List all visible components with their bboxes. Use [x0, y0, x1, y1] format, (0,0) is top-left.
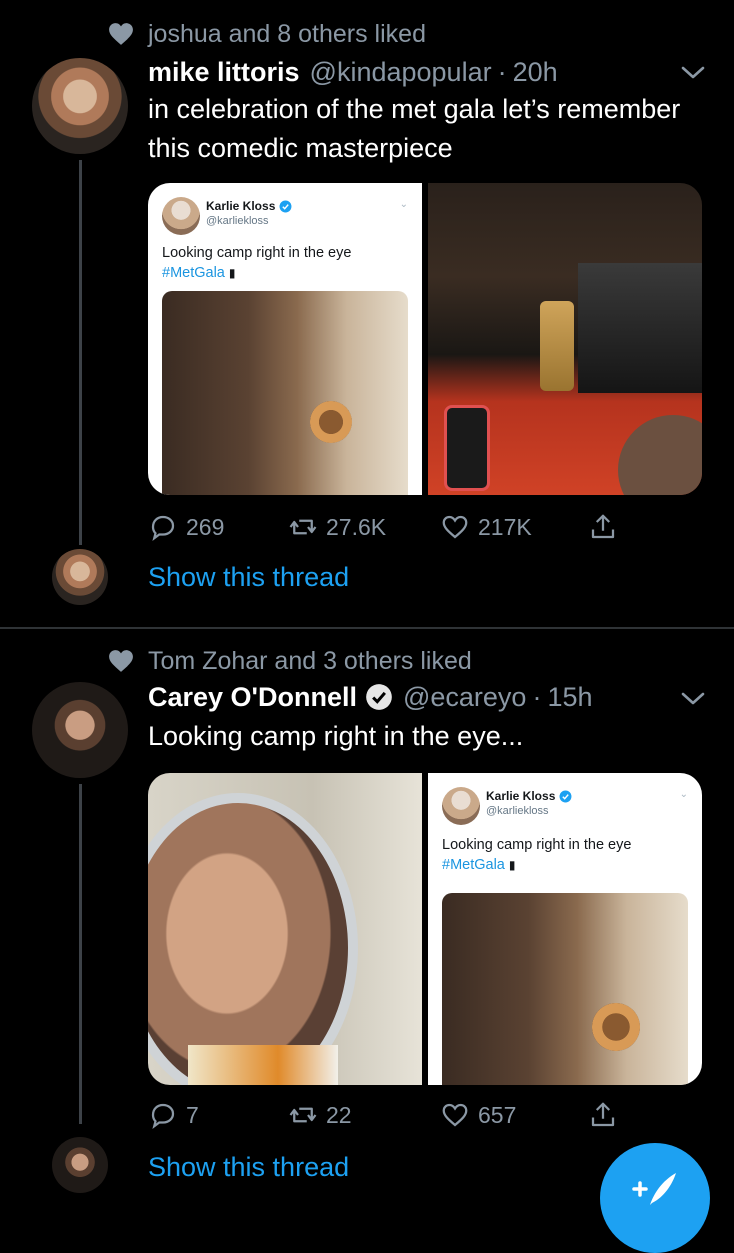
display-name[interactable]: Carey O'Donnell [148, 682, 357, 713]
media-grid[interactable]: Karlie Kloss @karliekloss ⌄ Looking camp… [148, 183, 702, 495]
thread-avatar[interactable] [52, 1137, 108, 1193]
tweet-actions: 269 27.6K 217K [148, 507, 628, 547]
gold-dress-figure [540, 301, 574, 391]
thread-line [79, 160, 82, 545]
chevron-down-icon: ⌄ [679, 789, 688, 800]
social-context-text: joshua and 8 others liked [148, 19, 426, 48]
embedded-text-line: Looking camp right in the eye [442, 837, 632, 853]
show-thread-link[interactable]: Show this thread [148, 562, 349, 593]
verified-badge-icon [366, 684, 392, 710]
reply-button[interactable]: 7 [148, 1095, 199, 1135]
social-context-2: Tom Zohar and 3 others liked [108, 646, 472, 676]
like-button[interactable]: 217K [440, 507, 532, 547]
reply-count: 7 [186, 1101, 199, 1128]
heart-icon [109, 650, 133, 672]
embedded-photo [162, 291, 408, 495]
heart-icon [109, 23, 133, 45]
reply-icon [151, 1103, 175, 1130]
show-thread-link[interactable]: Show this thread [148, 1152, 349, 1183]
embedded-handle: @karliekloss [486, 805, 549, 817]
embedded-text: Looking camp right in the eye #MetGala ▮ [162, 243, 351, 283]
chevron-down-icon[interactable] [680, 688, 706, 708]
spectator-head [618, 415, 702, 495]
tweet-text: in celebration of the met gala let’s rem… [148, 94, 681, 163]
embedded-name-text: Karlie Kloss [206, 199, 276, 213]
share-icon [591, 1102, 615, 1127]
thread-avatar[interactable] [52, 549, 108, 605]
tweet-header: mike littoris @kindapopular · 20h [148, 52, 558, 92]
mirror-shape [148, 793, 358, 1085]
social-context-text: Tom Zohar and 3 others liked [148, 646, 472, 675]
mirror-selfie-photo[interactable] [148, 773, 422, 1085]
tweet-actions: 7 22 657 [148, 1095, 628, 1135]
hashtag[interactable]: #MetGala [162, 265, 225, 281]
dot-separator: · [497, 56, 507, 87]
embedded-name-text: Karlie Kloss [486, 789, 556, 803]
reply-count: 269 [186, 513, 225, 540]
timestamp[interactable]: 20h [513, 57, 558, 88]
embedded-text: Looking camp right in the eye #MetGala ▮ [442, 835, 631, 875]
retweet-button[interactable]: 22 [288, 1095, 352, 1135]
like-count: 217K [478, 513, 532, 540]
embedded-text-line: Looking camp right in the eye [162, 245, 352, 261]
bottles-shape [188, 1045, 338, 1085]
handle[interactable]: @ecareyo [403, 682, 526, 713]
met-gala-photo[interactable] [428, 183, 702, 495]
dot-separator: · [532, 681, 542, 712]
emoji-icon: ▮ [228, 266, 236, 280]
crowd-shape [578, 263, 702, 393]
reply-icon [151, 515, 175, 542]
embedded-name: Karlie Kloss [486, 789, 572, 803]
embedded-name: Karlie Kloss [206, 199, 292, 213]
tweet-2[interactable]: Tom Zohar and 3 others liked Carey O'Don… [0, 630, 734, 1200]
chevron-down-icon: ⌄ [399, 199, 408, 210]
display-name[interactable]: mike littoris [148, 57, 300, 88]
like-icon [442, 515, 468, 539]
retweet-icon [289, 519, 317, 535]
handle[interactable]: @kindapopular [310, 57, 492, 88]
mirror-shape [310, 401, 352, 443]
avatar [442, 787, 480, 825]
phone-in-hand [444, 405, 490, 491]
compose-icon [632, 1173, 676, 1205]
timestamp[interactable]: 15h [547, 682, 592, 713]
retweet-count: 27.6K [326, 513, 387, 540]
avatar[interactable] [32, 58, 128, 154]
tweet-header: Carey O'Donnell @ecareyo · 15h [148, 677, 593, 717]
emoji-icon: ▮ [508, 858, 516, 872]
embedded-tweet-screenshot[interactable]: Karlie Kloss @karliekloss ⌄ Looking camp… [428, 773, 702, 1085]
compose-tweet-button[interactable] [600, 1143, 710, 1253]
avatar [162, 197, 200, 235]
social-context-1: joshua and 8 others liked [108, 19, 426, 49]
chevron-down-icon[interactable] [680, 62, 706, 82]
thread-line [79, 784, 82, 1124]
embedded-photo [442, 893, 688, 1085]
share-button[interactable] [588, 1095, 626, 1135]
embedded-tweet-screenshot[interactable]: Karlie Kloss @karliekloss ⌄ Looking camp… [148, 183, 422, 495]
tweet-text: Looking camp right in the eye... [148, 721, 524, 751]
verified-badge-icon [279, 200, 292, 212]
hashtag[interactable]: #MetGala [442, 857, 505, 873]
embedded-handle: @karliekloss [206, 215, 269, 227]
divider [0, 627, 734, 629]
retweet-button[interactable]: 27.6K [288, 507, 386, 547]
retweet-icon [289, 1107, 317, 1123]
like-button[interactable]: 657 [440, 1095, 516, 1135]
reply-button[interactable]: 269 [148, 507, 224, 547]
share-button[interactable] [588, 507, 626, 547]
like-icon [442, 1103, 468, 1127]
share-icon [591, 514, 615, 539]
verified-badge-icon [559, 790, 572, 802]
media-grid[interactable]: Karlie Kloss @karliekloss ⌄ Looking camp… [148, 773, 702, 1085]
avatar[interactable] [32, 682, 128, 778]
mirror-shape [592, 1003, 640, 1051]
like-count: 657 [478, 1101, 517, 1128]
retweet-count: 22 [326, 1101, 352, 1128]
tweet-1[interactable]: joshua and 8 others liked mike littoris … [0, 0, 734, 622]
